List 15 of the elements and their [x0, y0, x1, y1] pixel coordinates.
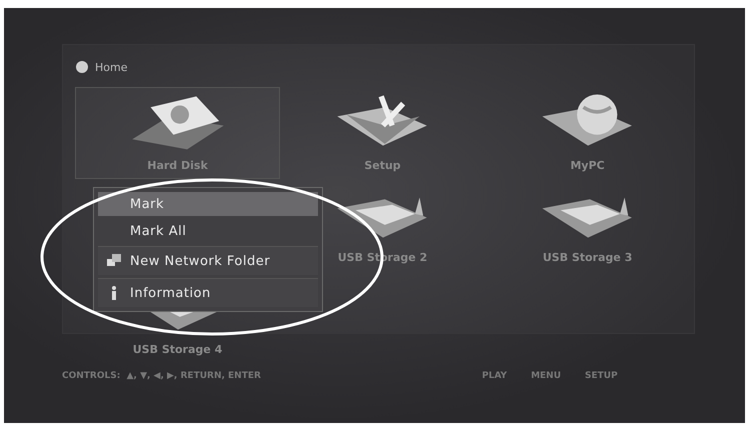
menu-item[interactable]: Mark All [98, 219, 318, 243]
media-tile[interactable]: Setup [280, 87, 485, 179]
page-title: Home [95, 60, 128, 74]
media-tile[interactable]: MyPC [485, 87, 690, 179]
remote-key-label: MENU [530, 371, 561, 381]
controls-hint: CONTROLS: ▲, ▼, ◀, ▶, RETURN, ENTER [62, 371, 262, 381]
network-icon [106, 253, 122, 269]
remote-key-label: SETUP [584, 371, 618, 381]
remote-key-label: PLAY [482, 371, 507, 381]
media-tile[interactable]: Hard Disk [75, 87, 280, 179]
menu-item[interactable]: Information [98, 278, 318, 307]
menu-item[interactable]: Mark [98, 192, 318, 216]
menu-item[interactable]: New Network Folder [98, 246, 318, 275]
media-tile[interactable]: USB Storage 3 [485, 179, 690, 271]
home-icon [75, 60, 89, 74]
